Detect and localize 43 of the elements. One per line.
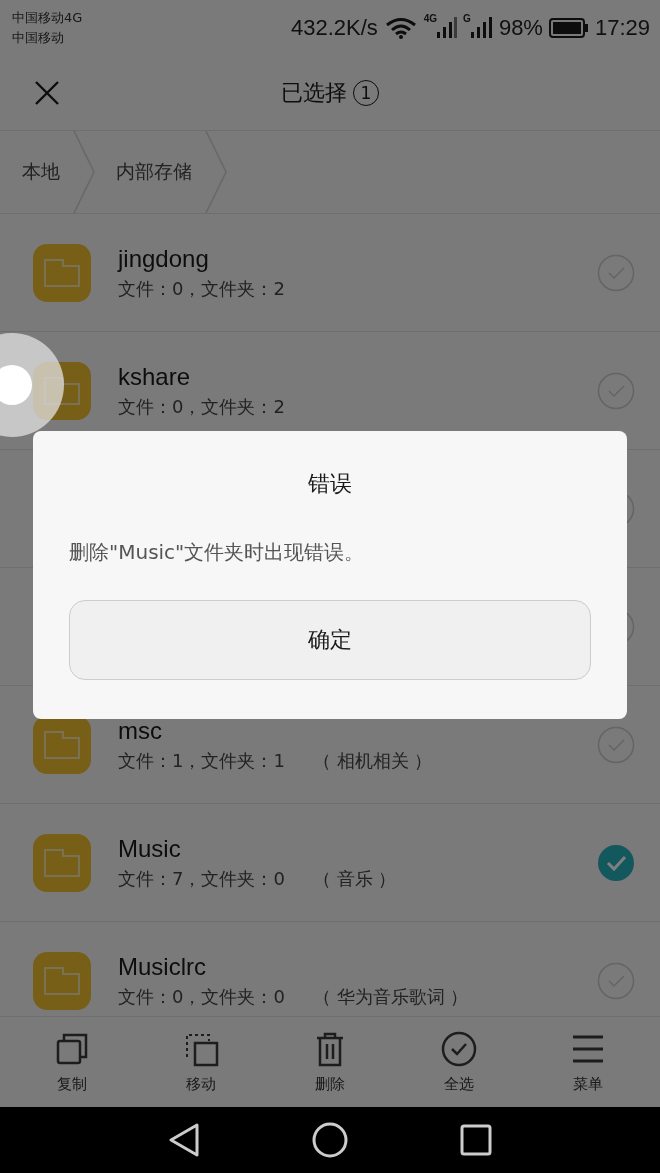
folder-details: 文件：0，文件夹：2 [118, 394, 285, 419]
dialog-message: 删除"Music"文件夹时出现错误。 [69, 539, 365, 566]
signal-icon [470, 17, 493, 39]
signal-icon [437, 17, 458, 39]
toolbar-button[interactable]: 删除 [290, 1030, 370, 1094]
network-type-label: G [463, 13, 471, 24]
carrier-name: 中国移动 [12, 29, 65, 47]
clock: 17:29 [594, 15, 650, 41]
folder-details: 文件：0，文件夹：2 [118, 276, 285, 301]
breadcrumb-item[interactable]: 本地 [0, 131, 72, 213]
network-speed: 432.2K/s [290, 15, 378, 41]
network-type-label: 4G [423, 13, 438, 24]
folder-name: msc [118, 716, 163, 745]
battery-percent: 98% [498, 15, 543, 41]
check-circle-icon [440, 1030, 477, 1067]
folder-icon [33, 951, 91, 1010]
folder-details: 文件：7，文件夹：0 [118, 866, 285, 891]
close-button[interactable] [34, 80, 60, 106]
toolbar-button[interactable]: 全选 [418, 1030, 499, 1094]
recents-icon[interactable] [460, 1124, 492, 1156]
folder-icon [33, 243, 91, 302]
folder-name: Music [118, 834, 182, 863]
header-title: 已选择 [281, 79, 347, 107]
toolbar-button[interactable]: 复制 [32, 1030, 113, 1094]
folder-icon [33, 833, 91, 892]
folder-note: （ 华为音乐歌词 ） [312, 984, 469, 1009]
folder-name: kshare [118, 362, 192, 391]
confirm-button[interactable]: 确定 [69, 600, 591, 680]
toolbar-button[interactable]: 菜单 [547, 1030, 628, 1094]
folder-note: （ 音乐 ） [312, 866, 397, 891]
dialog-title: 错误 [308, 470, 352, 498]
battery-icon [548, 18, 589, 38]
checkbox-icon[interactable] [597, 843, 635, 882]
back-icon[interactable] [168, 1123, 200, 1157]
folder-name: Musiclrc [118, 952, 207, 981]
folder-details: 文件：1，文件夹：1 [118, 748, 285, 773]
folder-details: 文件：0，文件夹：0 [118, 984, 285, 1009]
folder-note: （ 相机相关 ） [312, 748, 433, 773]
breadcrumb-item[interactable]: 内部存储 [96, 131, 204, 213]
folder-name: jingdong [118, 244, 210, 273]
carrier-name: 中国移动4G [12, 9, 83, 27]
toolbar-button[interactable]: 移动 [161, 1030, 242, 1094]
home-icon[interactable] [312, 1122, 348, 1158]
